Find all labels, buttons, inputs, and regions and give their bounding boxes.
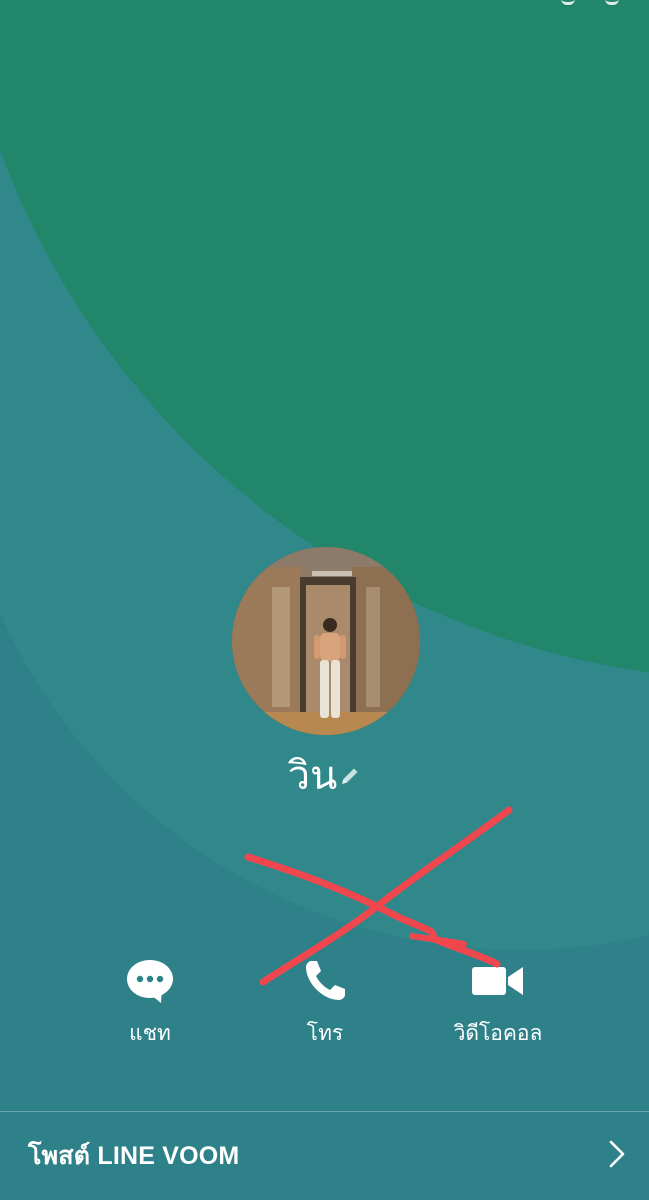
- chat-button[interactable]: แชท: [60, 952, 240, 1046]
- chat-label: แชท: [129, 1021, 171, 1045]
- edit-pencil-icon[interactable]: [339, 750, 361, 798]
- status-icon: [561, 0, 575, 5]
- chat-bubble-icon: [60, 952, 240, 1010]
- profile-name-row: วิน: [0, 752, 649, 802]
- line-voom-label: โพสต์ LINE VOOM: [28, 1142, 240, 1170]
- status-bar-partial: [561, 0, 619, 5]
- video-camera-icon: [408, 952, 588, 1010]
- call-label: โทร: [306, 1021, 344, 1045]
- profile-avatar[interactable]: [232, 547, 420, 735]
- chevron-right-icon: [607, 1139, 627, 1173]
- status-icon: [605, 0, 619, 5]
- profile-name[interactable]: วิน: [288, 753, 338, 799]
- video-call-button[interactable]: วิดีโอคอล: [408, 952, 588, 1046]
- avatar-photo: [232, 547, 420, 735]
- video-call-label: วิดีโอคอล: [453, 1021, 543, 1045]
- call-button[interactable]: โทร: [235, 952, 415, 1046]
- action-buttons: แชท โทร วิดีโอคอล: [0, 952, 649, 1062]
- line-voom-posts-row[interactable]: โพสต์ LINE VOOM: [0, 1112, 649, 1200]
- phone-icon: [235, 952, 415, 1010]
